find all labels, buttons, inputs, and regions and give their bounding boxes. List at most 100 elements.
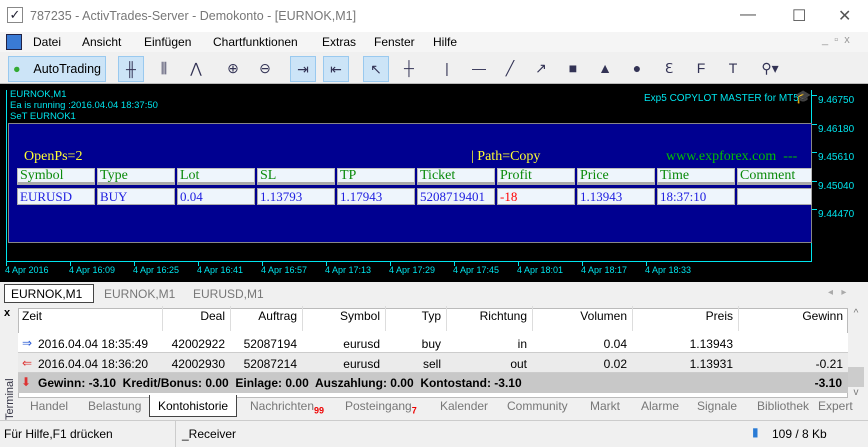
column-header-typ[interactable]: Typ — [341, 309, 441, 323]
line-chart-icon[interactable]: ⋀ — [183, 56, 209, 82]
column-header-preis[interactable]: Preis — [633, 309, 733, 323]
ea-table-cell-type: BUY — [97, 188, 175, 205]
ea-table-cell-tp: 1.17943 — [337, 188, 415, 205]
tab-community[interactable]: Community — [507, 399, 568, 413]
arrow-icon[interactable]: ↗ — [528, 56, 554, 82]
set-name: SeT EURNOK1 — [10, 111, 76, 122]
history-cell-preis: 1.13943 — [689, 337, 733, 351]
summary-row: ⬇ Gewinn: -3.10 Kredit/Bonus: 0.00 Einla… — [18, 373, 848, 393]
ea-table-cell-price: 1.13943 — [577, 188, 655, 205]
summary-total: -3.10 — [814, 376, 842, 390]
tab-belastung[interactable]: Belastung — [88, 399, 141, 413]
price-tick — [812, 123, 817, 125]
history-cell-richtung: in — [517, 337, 527, 351]
open-positions: OpenPs=2 — [24, 149, 83, 164]
bar-chart-icon[interactable]: ╫ — [118, 56, 144, 82]
minimize-button[interactable]: — — [740, 6, 756, 24]
ea-table-cell-profit: -18 — [497, 188, 575, 205]
tab-scroll-arrows[interactable]: ◂ ▸ — [828, 287, 846, 298]
autoscroll-icon[interactable]: ⇥ — [290, 56, 316, 82]
time-label: 4 Apr 17:13 — [325, 265, 372, 275]
time-label: 4 Apr 16:57 — [261, 265, 308, 275]
price-tick — [812, 95, 817, 96]
column-header-richtung[interactable]: Richtung — [427, 309, 527, 323]
tab-badge: 99 — [314, 405, 325, 416]
fibonacci-icon[interactable]: F — [688, 56, 714, 82]
tab-signale[interactable]: Signale — [697, 399, 737, 413]
tab-nachrichten[interactable]: Nachrichten99 — [250, 399, 324, 415]
deal-out-icon: ⇐ — [22, 356, 33, 370]
app-icon: ✓ — [7, 7, 23, 23]
child-window-controls[interactable]: _ ▫ x — [822, 34, 850, 46]
ellipse-icon[interactable]: ● — [624, 56, 650, 82]
terminal-label: Terminal — [4, 378, 16, 420]
menu-einfuegen[interactable]: Einfügen — [144, 35, 191, 49]
close-terminal-icon[interactable]: x — [4, 307, 10, 319]
menu-chartfunktionen[interactable]: Chartfunktionen — [213, 35, 298, 49]
tab-markt[interactable]: Markt — [590, 399, 620, 413]
menu-hilfe[interactable]: Hilfe — [433, 35, 457, 49]
window-title: 787235 - ActivTrades-Server - Demokonto … — [30, 9, 357, 23]
menu-datei[interactable]: Datei — [33, 35, 61, 49]
elliott-icon[interactable]: ℇ — [656, 56, 682, 82]
objects-dropdown-icon[interactable]: ⚲▾ — [752, 56, 788, 82]
text-icon[interactable]: T — [720, 56, 746, 82]
ea-table-header-comment: Comment — [737, 168, 812, 185]
menu-extras[interactable]: Extras — [322, 35, 356, 49]
ea-table-header-sl: SL — [257, 168, 335, 185]
horizontal-line-icon[interactable]: — — [466, 56, 492, 82]
chart-tab[interactable]: EURNOK,M1 — [104, 287, 175, 301]
rectangle-icon[interactable]: ■ — [560, 56, 586, 82]
ea-table-cell-lot: 0.04 — [177, 188, 255, 205]
trendline-icon[interactable]: ╱ — [497, 56, 523, 82]
status-bar: Für Hilfe,F1 drücken _Receiver ▮ 109 / 8… — [0, 420, 868, 447]
toolbar: ● AutoTrading ╫ ⫼ ⋀ ⊕ ⊖ ⇥ ⇤ ↖ ┼ | — ╱ ↗ ■… — [0, 52, 868, 84]
triangle-icon[interactable]: ▲ — [592, 56, 618, 82]
chart-tab-active[interactable]: EURNOK,M1 — [4, 284, 94, 303]
ea-table-header-profit: Profit — [497, 168, 575, 185]
menu-ansicht[interactable]: Ansicht — [82, 35, 121, 49]
tab-bibliothek[interactable]: Bibliothek — [757, 399, 809, 413]
tab-posteingang[interactable]: Posteingang7 — [345, 399, 417, 415]
autotrading-label: AutoTrading — [33, 62, 101, 76]
column-header-gewinn[interactable]: Gewinn — [743, 309, 843, 323]
zoom-out-icon[interactable]: ⊖ — [252, 56, 278, 82]
maximize-button[interactable]: ☐ — [792, 6, 806, 26]
title-bar: ✓ 787235 - ActivTrades-Server - Demokont… — [0, 0, 868, 32]
tab-kalender[interactable]: Kalender — [440, 399, 488, 413]
summary-text: Gewinn: -3.10 Kredit/Bonus: 0.00 Einlage… — [38, 376, 522, 390]
time-label: 4 Apr 17:29 — [389, 265, 436, 275]
column-header-volumen[interactable]: Volumen — [527, 309, 627, 323]
chart-window-icon — [6, 34, 22, 50]
terminal-scrollbar[interactable]: ^ v — [848, 308, 864, 398]
ea-table-cell-time: 18:37:10 — [657, 188, 735, 205]
ea-table-cell-ticket: 5208719401 — [417, 188, 495, 205]
crosshair-icon[interactable]: ┼ — [396, 56, 422, 82]
tab-kontohistorie[interactable]: Kontohistorie — [149, 395, 238, 417]
connection-icon: ▮ — [752, 425, 759, 439]
chart-shift-icon[interactable]: ⇤ — [323, 56, 349, 82]
tab-label: Posteingang — [345, 399, 412, 413]
ea-table-cell-comment — [737, 188, 812, 205]
menu-fenster[interactable]: Fenster — [374, 35, 415, 49]
tab-handel[interactable]: Handel — [30, 399, 68, 413]
candlestick-icon[interactable]: ⫼ — [151, 56, 177, 82]
history-cell-volumen: 0.02 — [603, 357, 627, 371]
vertical-line-icon[interactable]: | — [434, 56, 460, 82]
tab-alarme[interactable]: Alarme — [641, 399, 679, 413]
chart-info: EURNOK,M1 Ea is running :2016.04.04 18:3… — [10, 89, 158, 122]
cursor-icon[interactable]: ↖ — [363, 56, 389, 82]
tab-expert[interactable]: Expert — [818, 399, 853, 413]
time-label: 4 Apr 18:33 — [645, 265, 692, 275]
column-header-zeit[interactable]: Zeit — [22, 309, 42, 323]
chart-tab[interactable]: EURUSD,M1 — [193, 287, 264, 301]
zoom-in-icon[interactable]: ⊕ — [220, 56, 246, 82]
autotrading-button[interactable]: ● AutoTrading — [8, 56, 106, 82]
tab-label: Handel — [30, 399, 69, 413]
ea-table-header-symbol: Symbol — [17, 168, 95, 185]
history-cell-typ: sell — [422, 357, 441, 371]
close-button[interactable]: ✕ — [838, 6, 851, 26]
tab-label: Kontohistorie — [158, 399, 229, 413]
history-cell-preis: 1.13931 — [689, 357, 733, 371]
website-link[interactable]: www.expforex.com --- — [666, 149, 797, 165]
